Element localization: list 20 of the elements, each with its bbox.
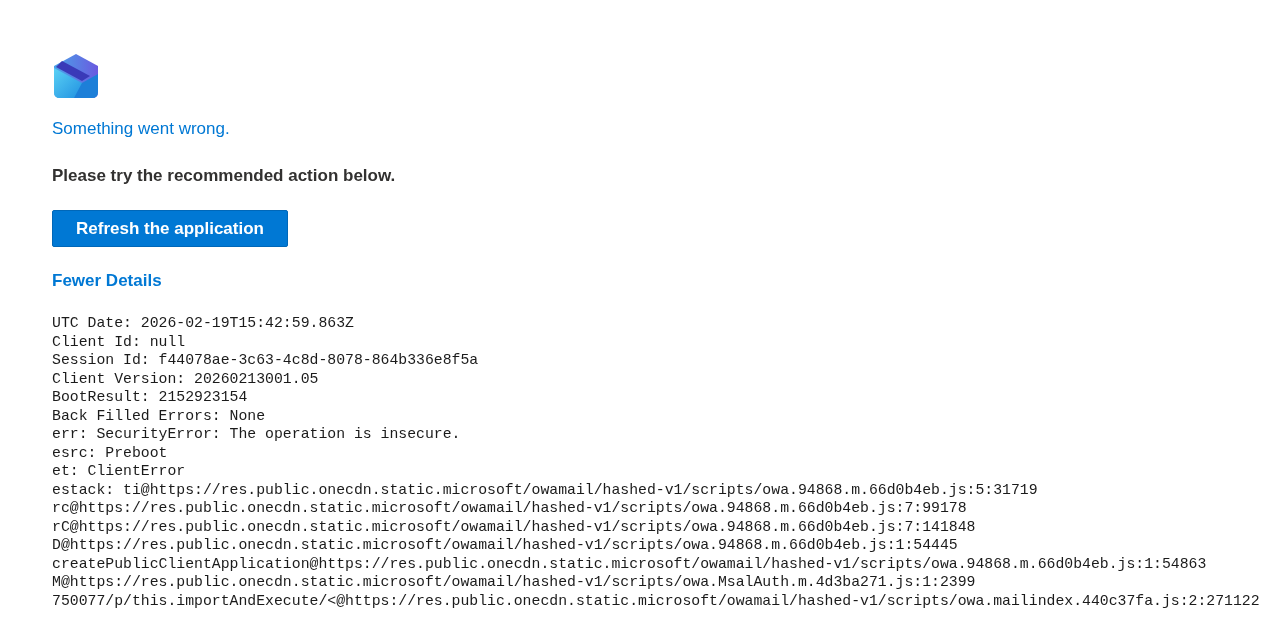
detail-line: M@https://res.public.onecdn.static.microsoft/owamail/hashed-v1/scripts/owa.MsalAuth.m.4d3ba271.js:1:2399 <box>52 573 977 592</box>
detail-line: Client Version: 20260213001.05 <box>52 369 320 388</box>
detail-line: UTC Date: 2026-02-19T15:42:59.863Z <box>52 314 355 333</box>
detail-line: Session Id: f44078ae-3c63-4c8d-8078-864b336e8f5a <box>52 351 480 370</box>
detail-line: err: SecurityError: The operation is insecure. <box>52 425 462 444</box>
refresh-button[interactable]: Refresh the application <box>52 210 288 247</box>
details-toggle-link[interactable]: Fewer Details <box>52 271 162 291</box>
error-title: Something went wrong. <box>52 119 230 139</box>
detail-line: estack: ti@https://res.public.onecdn.static.microsoft/owamail/hashed-v1/scripts/owa.94868.m.66d0b4eb.js:5:31719 <box>52 480 1039 499</box>
detail-line: rC@https://res.public.onecdn.static.microsoft/owamail/hashed-v1/scripts/owa.94868.m.66d0b4eb.js:7:141848 <box>52 517 977 536</box>
detail-line: Client Id: null <box>52 332 187 351</box>
detail-line: createPublicClientApplication@https://res.public.onecdn.static.microsoft/owamail/hashed-v1/scripts/owa.94868.m.66d0b4eb.js:1:54863 <box>52 554 1208 573</box>
detail-line: esrc: Preboot <box>52 443 169 462</box>
detail-line: et: ClientError <box>52 462 187 481</box>
detail-line: D@https://res.public.onecdn.static.microsoft/owamail/hashed-v1/scripts/owa.94868.m.66d0b4eb.js:1:54445 <box>52 536 959 555</box>
detail-line: Back Filled Errors: None <box>52 406 267 425</box>
detail-line: rc@https://res.public.onecdn.static.microsoft/owamail/hashed-v1/scripts/owa.94868.m.66d0b4eb.js:7:99178 <box>52 499 968 518</box>
detail-line: 750077/p/this.importAndExecute/<@https://res.public.onecdn.static.microsoft/owamail/hashed-v1/scripts/owa.mailindex.440c37fa.js:2:271122 <box>52 591 1260 610</box>
detail-line: BootResult: 2152923154 <box>52 388 249 407</box>
instruction-text: Please try the recommended action below. <box>52 166 396 186</box>
